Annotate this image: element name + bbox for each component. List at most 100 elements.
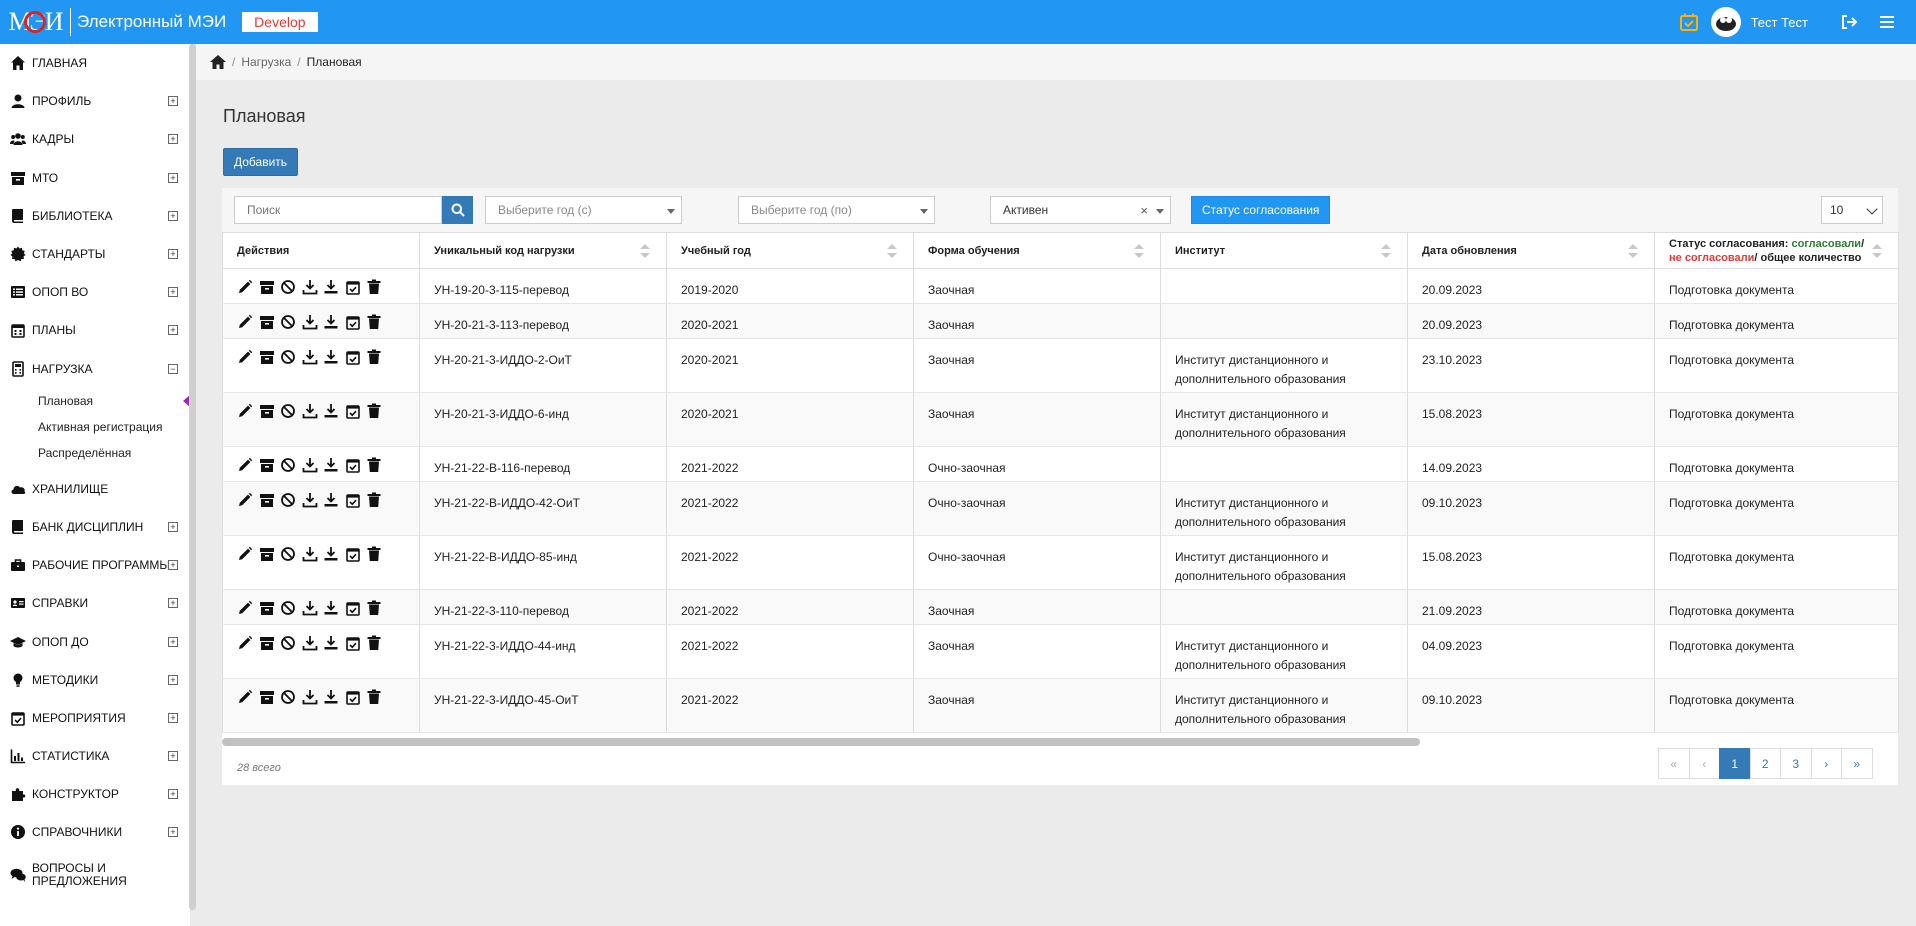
sidebar-subitem[interactable]: Активная регистрация xyxy=(0,414,190,440)
sidebar-scrollbar[interactable] xyxy=(189,44,196,910)
block-icon[interactable] xyxy=(280,314,296,330)
sidebar-item[interactable]: НАГРУЗКА − xyxy=(0,350,190,388)
calendar-check-icon[interactable] xyxy=(345,349,361,365)
download-icon[interactable] xyxy=(302,279,318,295)
expand-icon[interactable]: + xyxy=(168,134,178,145)
sidebar-subitem[interactable]: Распределённая xyxy=(0,440,190,466)
sidebar-item[interactable]: ПЛАНЫ + xyxy=(0,311,190,349)
sort-icon[interactable] xyxy=(1134,244,1144,258)
download-icon[interactable] xyxy=(302,600,318,616)
download-alt-icon[interactable] xyxy=(323,349,339,365)
calendar-check-icon[interactable] xyxy=(345,492,361,508)
trash-icon[interactable] xyxy=(366,349,382,365)
edit-icon[interactable] xyxy=(237,492,253,508)
hamburger-menu-icon[interactable] xyxy=(1878,13,1896,31)
logout-icon[interactable] xyxy=(1840,13,1858,31)
page-button[interactable]: 1 xyxy=(1719,748,1751,779)
page-button[interactable]: 3 xyxy=(1780,748,1812,779)
download-icon[interactable] xyxy=(302,635,318,651)
download-alt-icon[interactable] xyxy=(323,546,339,562)
approval-status-button[interactable]: Статус согласования xyxy=(1191,196,1331,224)
expand-icon[interactable]: + xyxy=(168,674,178,685)
clear-icon[interactable]: × xyxy=(1140,203,1148,218)
header-status[interactable]: Статус согласования: согласовали/ не сог… xyxy=(1654,232,1899,269)
first-page-button[interactable]: « xyxy=(1658,748,1690,779)
download-alt-icon[interactable] xyxy=(323,689,339,705)
user-name[interactable]: Тест Тест xyxy=(1751,15,1808,30)
sidebar-item[interactable]: КАДРЫ + xyxy=(0,120,190,158)
trash-icon[interactable] xyxy=(366,635,382,651)
expand-icon[interactable]: + xyxy=(168,560,178,571)
block-icon[interactable] xyxy=(280,457,296,473)
table-row[interactable]: УН-21-22-3-110-перевод 2021-2022 Заочная… xyxy=(222,589,1899,625)
sidebar-item[interactable]: РАБОЧИЕ ПРОГРАММЫ + xyxy=(0,546,190,584)
edit-icon[interactable] xyxy=(237,457,253,473)
expand-icon[interactable]: + xyxy=(168,210,178,221)
table-row[interactable]: УН-19-20-3-115-перевод 2019-2020 Заочная… xyxy=(222,268,1899,304)
sort-icon[interactable] xyxy=(887,244,897,258)
expand-icon[interactable]: + xyxy=(168,287,178,298)
table-row[interactable]: УН-20-21-3-ИДДО-6-инд 2020-2021 Заочная … xyxy=(222,392,1899,447)
sidebar-item[interactable]: СПРАВОЧНИКИ + xyxy=(0,813,190,851)
expand-icon[interactable]: + xyxy=(168,789,178,800)
expand-icon[interactable]: + xyxy=(168,751,178,762)
download-alt-icon[interactable] xyxy=(323,635,339,651)
download-icon[interactable] xyxy=(302,314,318,330)
edit-icon[interactable] xyxy=(237,349,253,365)
header-institute[interactable]: Институт xyxy=(1160,232,1408,269)
last-page-button[interactable]: » xyxy=(1841,748,1873,779)
table-row[interactable]: УН-21-22-3-ИДДО-44-инд 2021-2022 Заочная… xyxy=(222,624,1899,679)
trash-icon[interactable] xyxy=(366,600,382,616)
block-icon[interactable] xyxy=(280,600,296,616)
next-page-button[interactable]: › xyxy=(1810,748,1842,779)
edit-icon[interactable] xyxy=(237,600,253,616)
sort-icon[interactable] xyxy=(1872,244,1882,258)
archive-icon[interactable] xyxy=(259,349,275,365)
archive-icon[interactable] xyxy=(259,279,275,295)
trash-icon[interactable] xyxy=(366,314,382,330)
block-icon[interactable] xyxy=(280,546,296,562)
download-alt-icon[interactable] xyxy=(323,279,339,295)
expand-icon[interactable]: + xyxy=(168,521,178,532)
sidebar-item[interactable]: МЕТОДИКИ + xyxy=(0,661,190,699)
calendar-check-icon[interactable] xyxy=(345,546,361,562)
archive-icon[interactable] xyxy=(259,492,275,508)
block-icon[interactable] xyxy=(280,689,296,705)
table-row[interactable]: УН-20-21-3-ИДДО-2-ОиТ 2020-2021 Заочная … xyxy=(222,338,1899,393)
sidebar-item[interactable]: ОПОП ВО + xyxy=(0,273,190,311)
trash-icon[interactable] xyxy=(366,403,382,419)
sort-icon[interactable] xyxy=(1381,244,1391,258)
trash-icon[interactable] xyxy=(366,279,382,295)
avatar[interactable] xyxy=(1710,7,1741,37)
status-select[interactable]: Активен × xyxy=(990,196,1171,224)
expand-icon[interactable]: + xyxy=(168,827,178,838)
calendar-check-icon[interactable] xyxy=(1679,12,1699,32)
header-year[interactable]: Учебный год xyxy=(666,232,914,269)
sidebar-item[interactable]: СТАНДАРТЫ + xyxy=(0,235,190,273)
mei-logo[interactable]: МЭИ xyxy=(6,7,64,37)
archive-icon[interactable] xyxy=(259,635,275,651)
prev-page-button[interactable]: ‹ xyxy=(1688,748,1720,779)
download-icon[interactable] xyxy=(302,457,318,473)
add-button[interactable]: Добавить xyxy=(223,148,299,176)
sidebar-subitem[interactable]: Плановая xyxy=(0,388,190,414)
calendar-check-icon[interactable] xyxy=(345,403,361,419)
year-to-select[interactable]: Выберите год (по) xyxy=(738,196,935,224)
calendar-check-icon[interactable] xyxy=(345,279,361,295)
table-row[interactable]: УН-21-22-В-ИДДО-85-инд 2021-2022 Очно-за… xyxy=(222,535,1899,590)
download-alt-icon[interactable] xyxy=(323,492,339,508)
expand-icon[interactable]: + xyxy=(168,636,178,647)
archive-icon[interactable] xyxy=(259,546,275,562)
block-icon[interactable] xyxy=(280,349,296,365)
calendar-check-icon[interactable] xyxy=(345,600,361,616)
breadcrumb-link-load[interactable]: Нагрузка xyxy=(241,55,291,69)
header-form[interactable]: Форма обучения xyxy=(913,232,1161,269)
table-row[interactable]: УН-21-22-В-116-перевод 2021-2022 Очно-за… xyxy=(222,446,1899,482)
trash-icon[interactable] xyxy=(366,689,382,705)
page-button[interactable]: 2 xyxy=(1749,748,1781,779)
app-title[interactable]: Электронный МЭИ xyxy=(77,12,226,32)
collapse-icon[interactable]: − xyxy=(168,363,178,374)
edit-icon[interactable] xyxy=(237,314,253,330)
sidebar-item[interactable]: ГЛАВНАЯ xyxy=(0,44,190,82)
archive-icon[interactable] xyxy=(259,457,275,473)
